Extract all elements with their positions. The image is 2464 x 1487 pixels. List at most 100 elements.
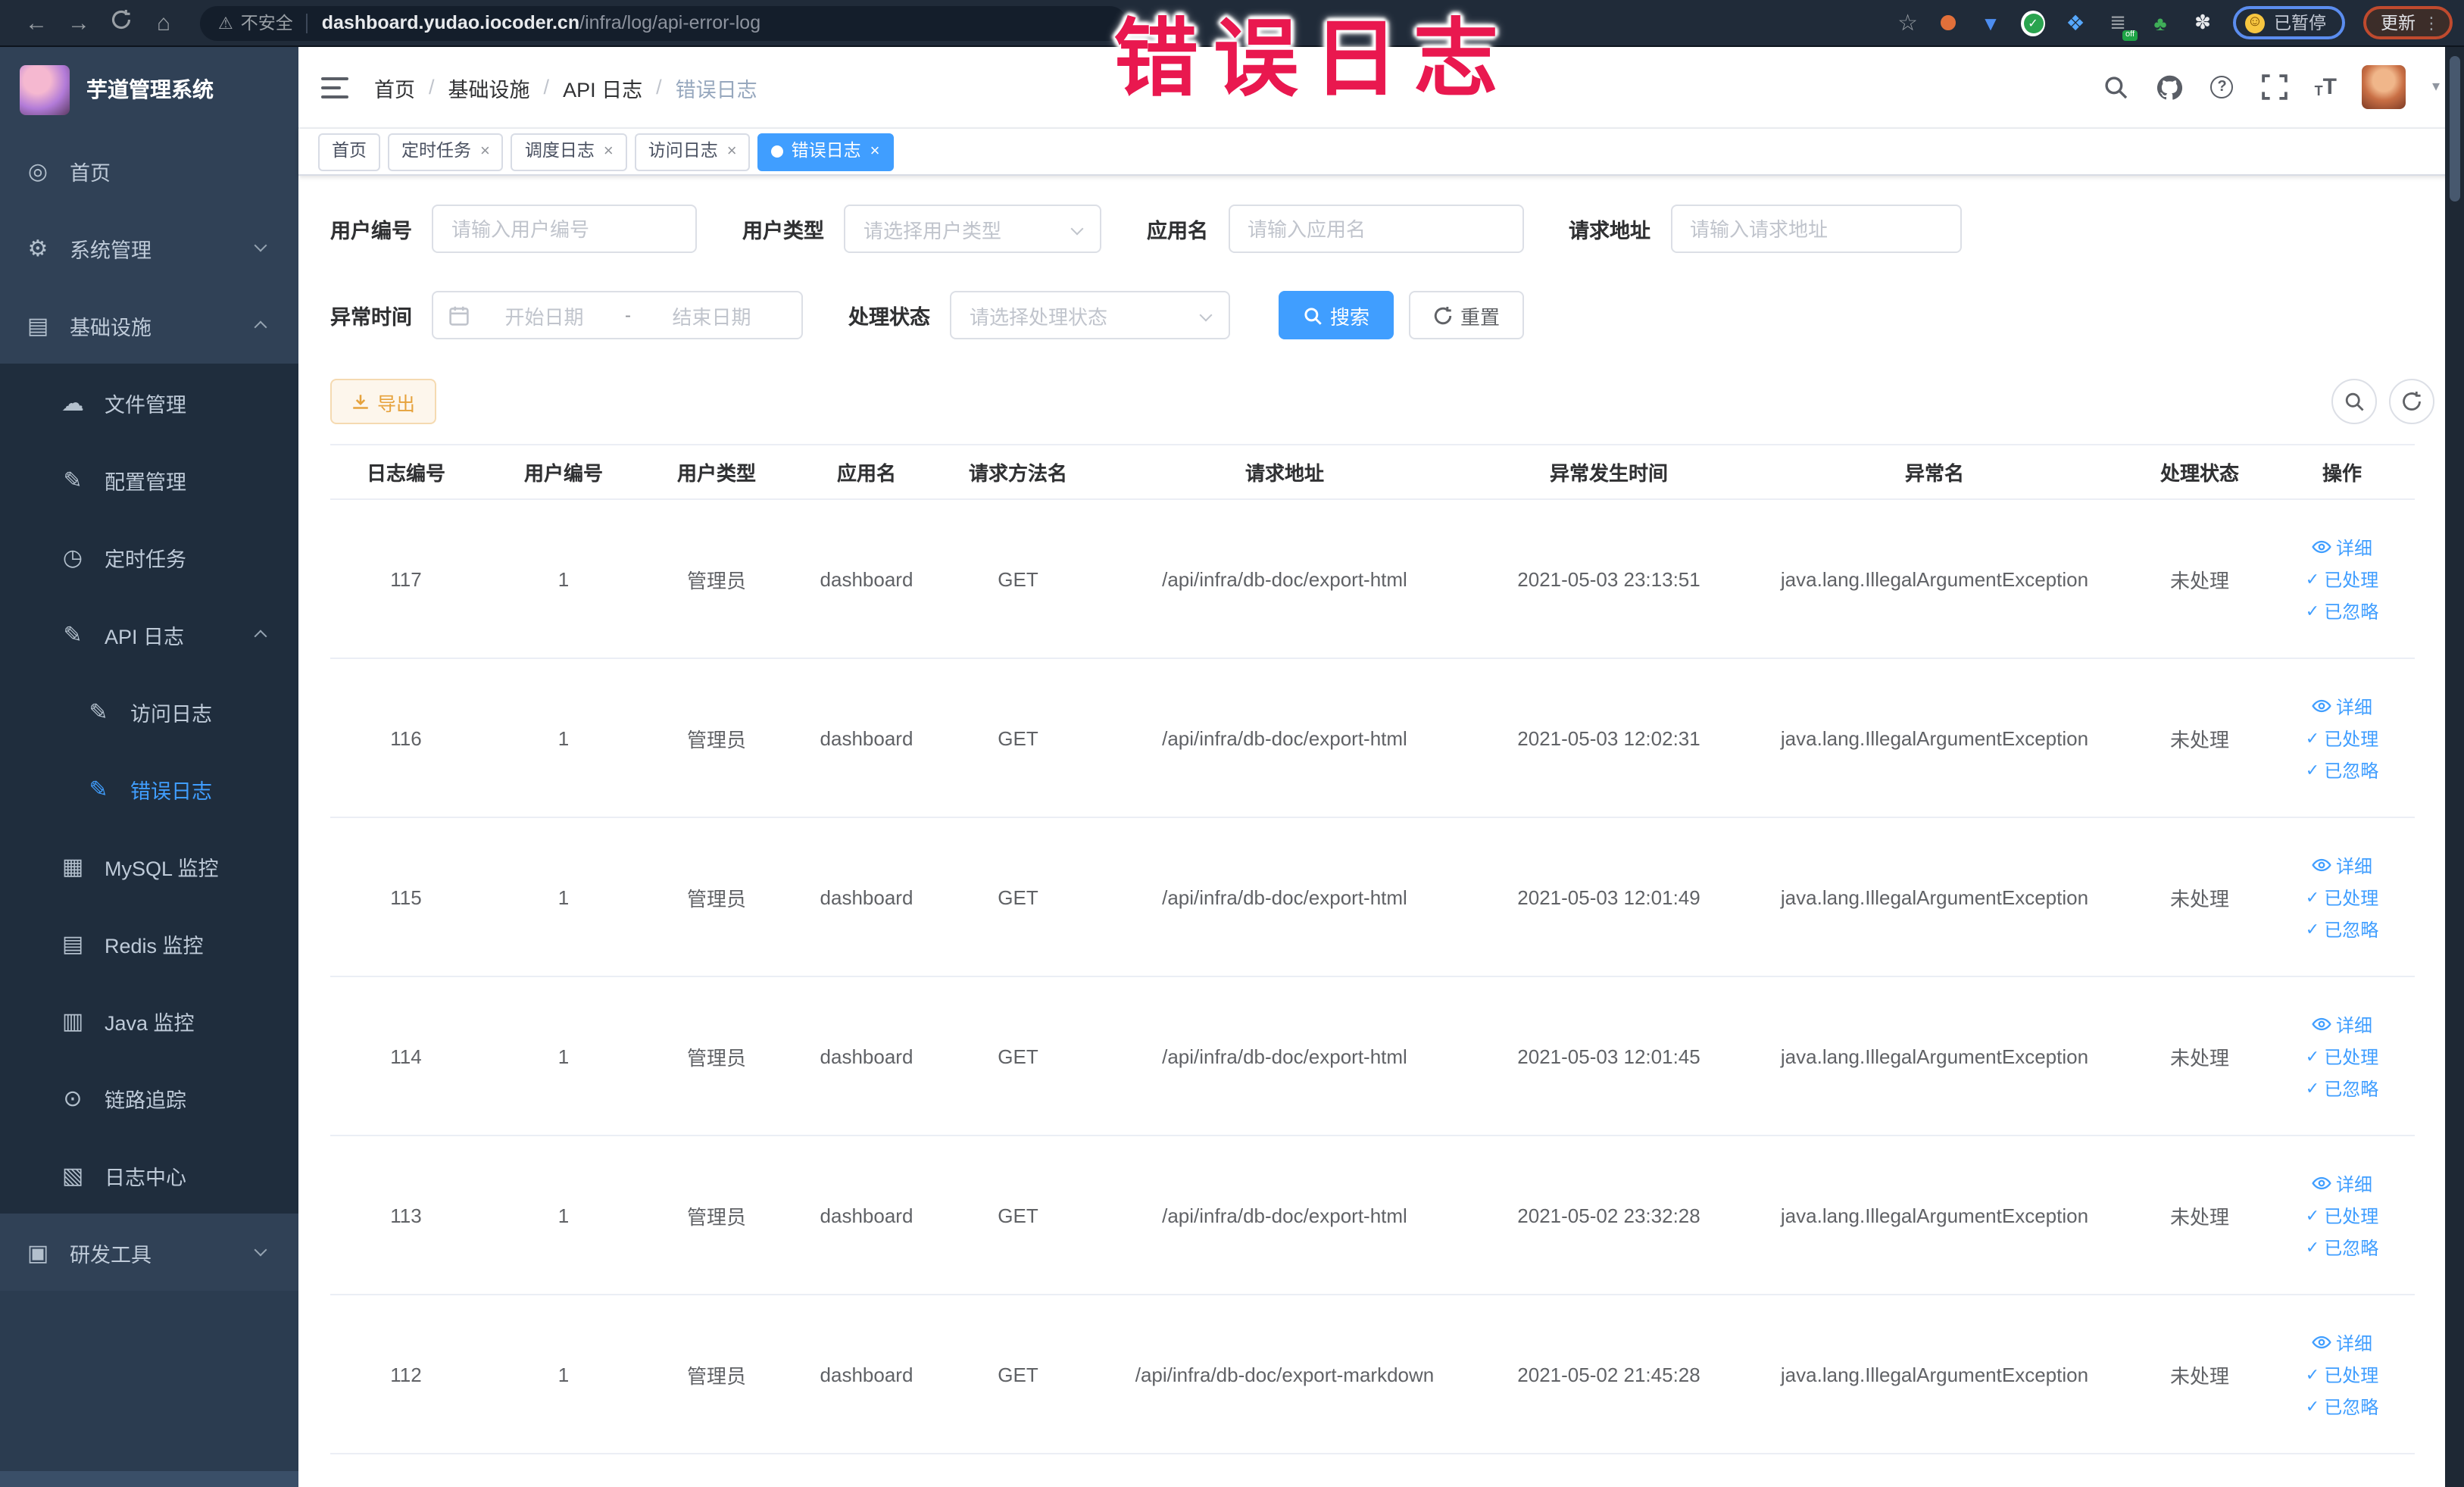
detail-link[interactable]: 详细 — [2312, 534, 2372, 560]
cell-status: 未处理 — [2130, 1136, 2269, 1295]
request-url-input[interactable] — [1670, 205, 1961, 253]
sidebar-item-log-center[interactable]: ▧ 日志中心 — [0, 1136, 298, 1214]
user-id-input[interactable] — [432, 205, 697, 253]
app-name-input[interactable] — [1228, 205, 1523, 253]
detail-link[interactable]: 详细 — [2312, 1170, 2372, 1196]
search-button[interactable]: 搜索 — [1279, 291, 1394, 339]
fullscreen-icon[interactable] — [2262, 73, 2289, 101]
mark-processed-link[interactable]: ✓ 已处理 — [2306, 1361, 2378, 1387]
tab[interactable]: 定时任务 × — [388, 133, 504, 170]
export-button[interactable]: 导出 — [330, 379, 437, 424]
mark-ignored-link[interactable]: ✓ 已忽略 — [2306, 1393, 2378, 1419]
table-row: 113 1 管理员 dashboard GET /api/infra/db-do… — [330, 1136, 2415, 1295]
help-icon[interactable]: ? — [2209, 73, 2236, 101]
sidebar-item-home[interactable]: ◎ 首页 — [0, 132, 298, 209]
kebab-menu-icon[interactable]: ⋮ — [2423, 13, 2440, 33]
security-label[interactable]: 不安全 — [241, 11, 293, 35]
mark-processed-link[interactable]: ✓ 已处理 — [2306, 1202, 2378, 1228]
app-name-label: 应用名 — [1147, 220, 1208, 242]
sidebar-item-tracing[interactable]: ⊙ 链路追踪 — [0, 1059, 298, 1136]
breadcrumb-link[interactable]: 首页 — [374, 72, 415, 102]
extension-orange-icon[interactable] — [1936, 11, 1960, 35]
hamburger-icon[interactable] — [321, 77, 348, 98]
eye-icon — [2312, 1176, 2331, 1190]
detail-link[interactable]: 详细 — [2312, 1011, 2372, 1037]
sidebar-item-dev-tools[interactable]: ▣ 研发工具 — [0, 1214, 298, 1291]
tab-close-icon[interactable]: × — [727, 134, 737, 169]
column-header: 异常发生时间 — [1479, 444, 1739, 500]
page-scrollbar[interactable] — [2445, 47, 2464, 1487]
toggle-search-button[interactable] — [2331, 379, 2376, 424]
mark-ignored-link[interactable]: ✓ 已忽略 — [2306, 757, 2378, 783]
mark-ignored-link[interactable]: ✓ 已忽略 — [2306, 916, 2378, 942]
user-menu-caret-icon[interactable]: ▾ — [2432, 79, 2440, 95]
breadcrumb-link[interactable]: 错误日志 — [676, 72, 757, 102]
browser-back-icon[interactable]: ← — [18, 10, 55, 36]
log-icon: ▧ — [61, 1163, 84, 1189]
tab-close-icon[interactable]: × — [870, 134, 880, 169]
mark-ignored-link[interactable]: ✓ 已忽略 — [2306, 598, 2378, 623]
app-logo-row[interactable]: 芋道管理系统 — [0, 47, 298, 132]
extension-off-badge-icon[interactable]: ≣ off — [2106, 11, 2138, 41]
refresh-table-button[interactable] — [2388, 379, 2434, 424]
user-type-label: 用户类型 — [742, 220, 824, 242]
mark-processed-link[interactable]: ✓ 已处理 — [2306, 1043, 2378, 1069]
avatar[interactable] — [2362, 65, 2406, 109]
cell-app-name: dashboard — [788, 817, 945, 977]
tab[interactable]: 首页 — [318, 133, 380, 170]
tab[interactable]: 错误日志 × — [757, 133, 894, 170]
mark-processed-link[interactable]: ✓ 已处理 — [2306, 566, 2378, 592]
process-status-label: 处理状态 — [848, 306, 930, 329]
paused-badge[interactable]: ☺ 已暂停 — [2233, 6, 2344, 39]
extension-grid-icon[interactable]: ❖ — [2063, 10, 2088, 35]
cell-user-id: 1 — [482, 1136, 645, 1295]
sidebar-item-file-management[interactable]: ☁ 文件管理 — [0, 364, 298, 441]
exception-time-range[interactable]: 开始日期 - 结束日期 — [432, 291, 803, 339]
app-title: 芋道管理系统 — [86, 77, 214, 102]
detail-link[interactable]: 详细 — [2312, 852, 2372, 878]
update-button[interactable]: 更新 ⋮ — [2363, 6, 2452, 39]
url-host: dashboard.yudao.iocoder.cn — [321, 12, 580, 33]
reset-button[interactable]: 重置 — [1409, 291, 1525, 339]
cell-method: GET — [945, 658, 1091, 818]
extension-shield-icon[interactable]: ▼ — [1978, 11, 2003, 35]
sidebar-item-redis-monitor[interactable]: ▤ Redis 监控 — [0, 904, 298, 982]
breadcrumb-link[interactable]: API 日志 — [563, 72, 642, 102]
breadcrumb-link[interactable]: 基础设施 — [448, 72, 530, 102]
tab[interactable]: 调度日志 × — [511, 133, 627, 170]
sidebar-item-mysql-monitor[interactable]: ▦ MySQL 监控 — [0, 827, 298, 904]
mark-processed-link[interactable]: ✓ 已处理 — [2306, 884, 2378, 910]
sidebar-item-api-log[interactable]: ✎ API 日志 — [0, 595, 298, 673]
bookmark-star-icon[interactable]: ☆ — [1897, 9, 1918, 36]
mark-ignored-link[interactable]: ✓ 已忽略 — [2306, 1075, 2378, 1101]
browser-home-icon[interactable]: ⌂ — [145, 10, 182, 36]
tab-close-icon[interactable]: × — [604, 134, 614, 169]
detail-link[interactable]: 详细 — [2312, 693, 2372, 719]
extension-green-check-icon[interactable]: ✓ — [2021, 10, 2045, 36]
process-status-select[interactable]: 请选择处理状态 — [950, 291, 1230, 339]
browser-reload-icon[interactable] — [103, 9, 139, 36]
github-icon[interactable] — [2156, 73, 2183, 101]
sidebar-item-java-monitor[interactable]: ▥ Java 监控 — [0, 982, 298, 1059]
search-icon[interactable] — [2103, 73, 2130, 101]
tab[interactable]: 访问日志 × — [634, 133, 751, 170]
sidebar-item-system-management[interactable]: ⚙ 系统管理 — [0, 209, 298, 286]
user-type-select[interactable]: 请选择用户类型 — [844, 205, 1101, 253]
sidebar-item-error-log[interactable]: ✎ 错误日志 — [0, 750, 298, 827]
extension-puzzle-icon[interactable]: ✽ — [2191, 11, 2215, 35]
mark-processed-link[interactable]: ✓ 已处理 — [2306, 725, 2378, 751]
sidebar-item-cron-jobs[interactable]: ◷ 定时任务 — [0, 518, 298, 595]
sidebar-item-infrastructure[interactable]: ▤ 基础设施 — [0, 286, 298, 364]
tab-close-icon[interactable]: × — [480, 134, 490, 169]
sidebar-bottom-strip — [0, 1470, 298, 1487]
browser-forward-icon[interactable]: → — [61, 10, 97, 36]
font-size-icon[interactable]: TT — [2315, 76, 2337, 98]
scrollbar-thumb[interactable] — [2449, 56, 2459, 201]
detail-link[interactable]: 详细 — [2312, 1329, 2372, 1355]
sidebar-item-access-log[interactable]: ✎ 访问日志 — [0, 673, 298, 750]
extension-leaf-icon[interactable]: ♣ — [2148, 11, 2172, 35]
mark-ignored-link[interactable]: ✓ 已忽略 — [2306, 1234, 2378, 1260]
address-bar[interactable]: ⚠ 不安全 dashboard.yudao.iocoder.cn/infra/l… — [200, 5, 1127, 40]
sidebar-item-config-management[interactable]: ✎ 配置管理 — [0, 441, 298, 518]
cell-user-id: 1 — [482, 817, 645, 977]
